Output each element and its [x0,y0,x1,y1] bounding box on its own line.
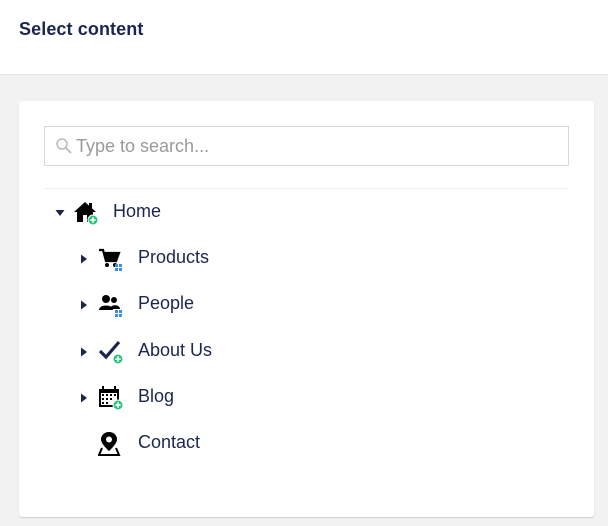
tree-item-label[interactable]: Home [113,201,161,222]
caret-right-icon[interactable] [78,346,90,358]
tree-item-products[interactable]: Products [19,244,319,274]
map-pin-icon [98,432,121,456]
caret-right-icon[interactable] [78,299,90,311]
tree-item-label[interactable]: Blog [138,386,174,407]
tree-item-home[interactable]: Home [19,198,319,228]
tree-item-contact[interactable]: Contact [19,429,319,459]
page-title: Select content [19,19,144,39]
people-icon [99,295,122,317]
tree-item-people[interactable]: People [19,290,319,320]
tree-item-label[interactable]: Products [138,247,209,268]
divider [44,188,569,189]
home-icon [74,202,99,226]
search-icon [56,138,72,154]
content-picker-panel: Home Products [19,101,594,517]
tree-item-label[interactable]: About Us [138,340,212,361]
tree-item-label[interactable]: Contact [138,432,200,453]
calendar-icon [99,386,124,411]
checkmark-icon [98,340,124,365]
search-box[interactable] [44,126,569,166]
tree-item-about-us[interactable]: About Us [19,337,319,367]
caret-right-icon[interactable] [78,392,90,404]
search-input[interactable] [76,127,556,165]
tree-item-label[interactable]: People [138,293,194,314]
dialog-header: Select content [0,0,608,75]
caret-down-icon[interactable] [54,207,66,219]
caret-right-icon[interactable] [78,253,90,265]
shopping-cart-icon [99,248,122,271]
tree-item-blog[interactable]: Blog [19,383,319,413]
